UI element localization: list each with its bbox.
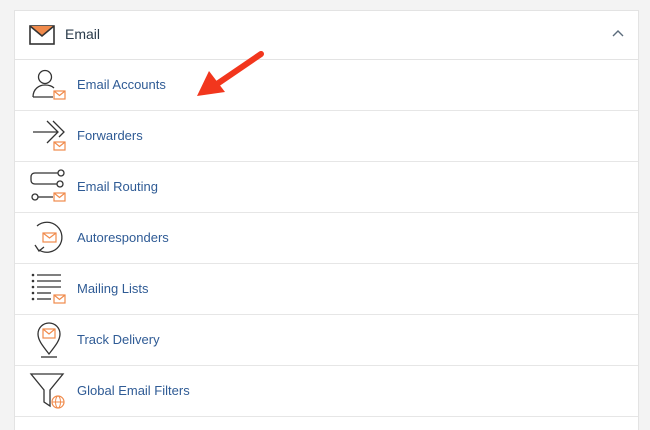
forwarders-link[interactable]: Forwarders <box>77 128 143 143</box>
autoresponder-icon <box>34 221 63 253</box>
email-section-header[interactable]: Email <box>15 11 638 60</box>
email-section-panel: Email Email Accounts Forwarders Email Ro… <box>14 10 639 430</box>
email-routing-link[interactable]: Email Routing <box>77 179 158 194</box>
annotation-arrow-icon <box>197 51 264 96</box>
mailing-list-icon <box>31 273 66 304</box>
track-delivery-item[interactable]: Track Delivery <box>15 315 638 366</box>
global-email-filters-link[interactable]: Global Email Filters <box>77 383 190 398</box>
filter-globe-icon <box>29 373 65 409</box>
track-delivery-link[interactable]: Track Delivery <box>77 332 160 347</box>
envelope-icon <box>29 25 55 45</box>
mailing-lists-link[interactable]: Mailing Lists <box>77 281 149 296</box>
autoresponders-link[interactable]: Autoresponders <box>77 230 169 245</box>
forwarders-item[interactable]: Forwarders <box>15 111 638 162</box>
user-envelope-icon <box>32 69 66 100</box>
mailing-lists-item[interactable]: Mailing Lists <box>15 264 638 315</box>
autoresponders-item[interactable]: Autoresponders <box>15 213 638 264</box>
email-accounts-item[interactable]: Email Accounts <box>15 60 638 111</box>
forward-arrows-icon <box>33 120 66 151</box>
chevron-up-icon[interactable] <box>612 29 624 37</box>
global-email-filters-item[interactable]: Global Email Filters <box>15 366 638 417</box>
section-title: Email <box>65 26 101 42</box>
email-routing-item[interactable]: Email Routing <box>15 162 638 213</box>
location-pin-envelope-icon <box>37 322 61 358</box>
email-accounts-link[interactable]: Email Accounts <box>77 77 166 92</box>
routing-icon <box>30 169 66 202</box>
